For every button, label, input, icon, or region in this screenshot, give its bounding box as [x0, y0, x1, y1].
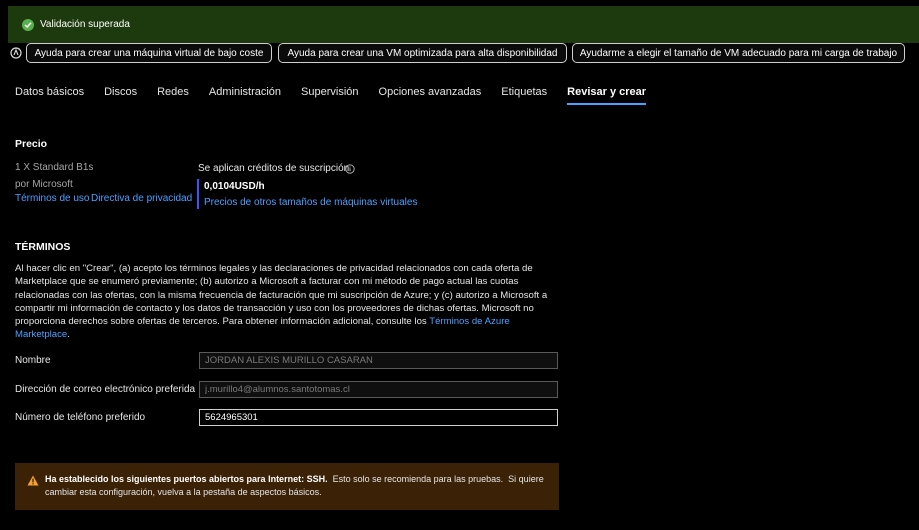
info-icon[interactable]: [345, 164, 355, 174]
product-name: 1 X Standard B1s: [15, 162, 94, 173]
tab-datos-basicos[interactable]: Datos básicos: [15, 86, 84, 106]
copilot-prompts: Ayuda para crear una máquina virtual de …: [8, 43, 919, 67]
other-sizes-link[interactable]: Precios de otros tamaños de máquinas vir…: [204, 197, 417, 208]
validation-banner: Validación superada: [8, 6, 919, 43]
open-ports-warning: Ha establecido los siguientes puertos ab…: [15, 463, 559, 510]
copilot-icon: [10, 47, 22, 59]
prompt-high-availability-vm-button[interactable]: Ayuda para crear una VM optimizada para …: [278, 43, 567, 63]
tab-etiquetas[interactable]: Etiquetas: [501, 86, 547, 106]
name-label: Nombre: [15, 355, 51, 366]
terms-suffix: .: [67, 329, 70, 341]
prompt-low-cost-vm-button[interactable]: Ayuda para crear una máquina virtual de …: [26, 43, 272, 63]
success-check-icon: [22, 18, 34, 31]
phone-label: Número de teléfono preferido: [15, 412, 146, 423]
terms-heading: TÉRMINOS: [15, 241, 71, 253]
tab-supervision[interactable]: Supervisión: [301, 86, 358, 106]
email-label: Dirección de correo electrónico preferid…: [15, 384, 196, 395]
tab-opciones-avanzadas[interactable]: Opciones avanzadas: [379, 86, 482, 106]
terms-body: Al hacer clic en "Crear", (a) acepto los…: [15, 262, 555, 342]
prompt-vm-size-button[interactable]: Ayudarme a elegir el tamaño de VM adecua…: [572, 43, 905, 63]
tab-administracion[interactable]: Administración: [209, 86, 281, 106]
price-amount: 0,0104USD/h: [204, 181, 265, 192]
publisher: por Microsoft: [15, 179, 73, 190]
wizard-tabs: Datos básicos Discos Redes Administració…: [15, 86, 666, 106]
tab-redes[interactable]: Redes: [157, 86, 189, 106]
credits-label: Se aplican créditos de suscripción: [198, 163, 350, 174]
terms-of-use-link[interactable]: Términos de uso: [15, 193, 89, 204]
email-field[interactable]: [199, 381, 558, 398]
warning-icon: [27, 475, 39, 486]
privacy-policy-link[interactable]: Directiva de privacidad: [91, 193, 192, 204]
validation-text: Validación superada: [40, 19, 130, 30]
phone-field[interactable]: [199, 409, 558, 426]
price-heading: Precio: [15, 138, 48, 150]
tab-discos[interactable]: Discos: [104, 86, 137, 106]
tab-revisar-y-crear[interactable]: Revisar y crear: [567, 86, 646, 106]
name-field[interactable]: [199, 352, 558, 369]
warning-bold-text: Ha establecido los siguientes puertos ab…: [45, 474, 328, 484]
